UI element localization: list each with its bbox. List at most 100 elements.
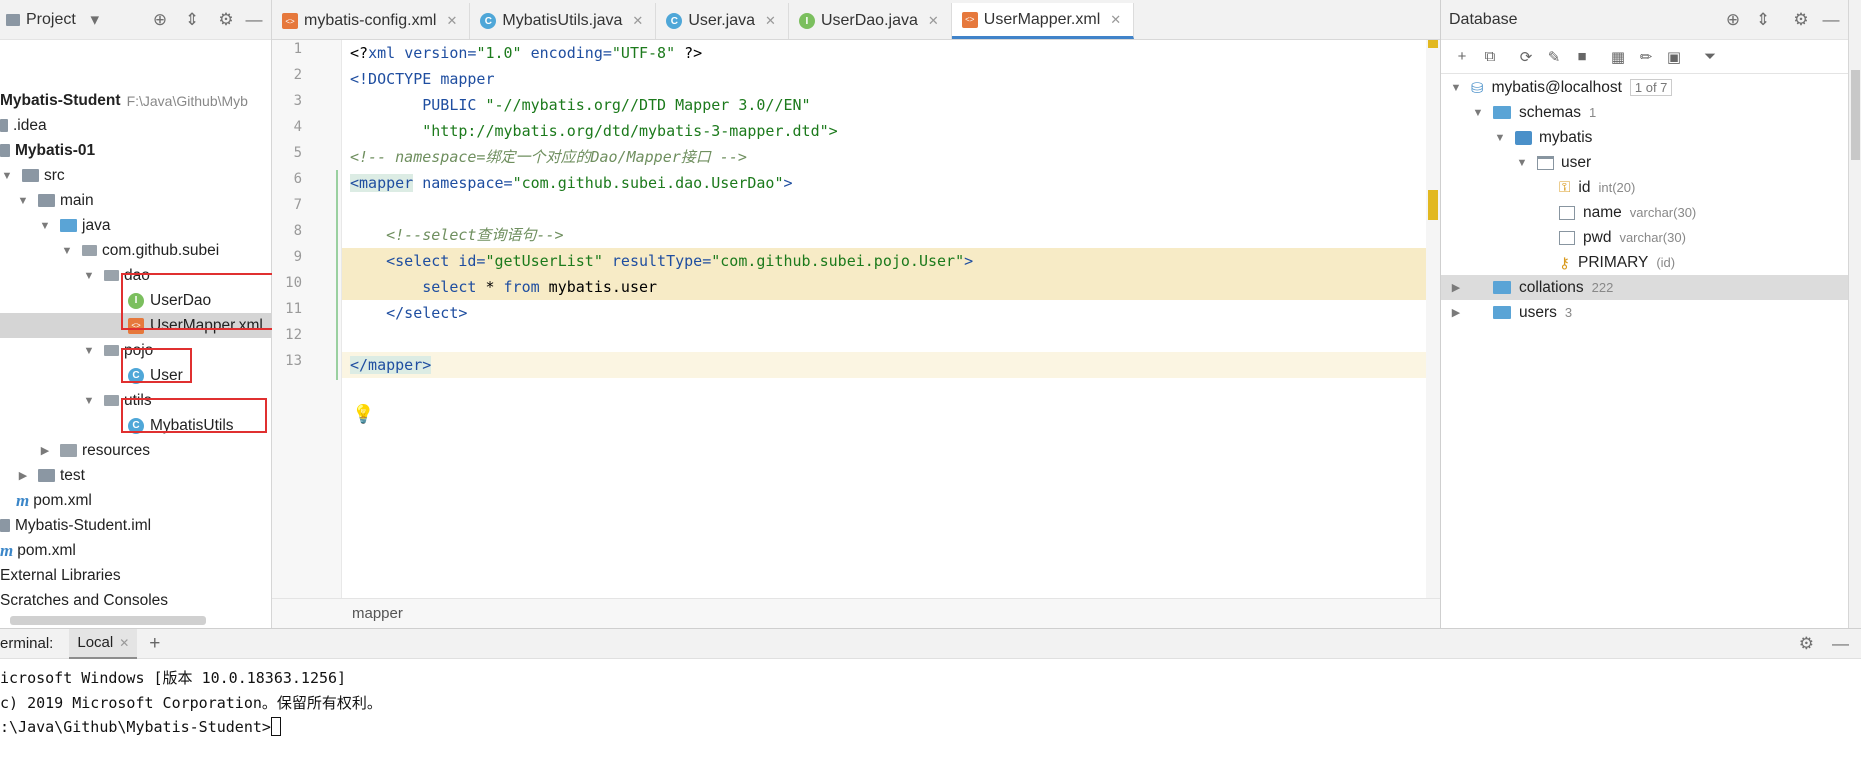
- terminal-prompt: :\Java\Github\Mybatis-Student>: [0, 717, 281, 736]
- expand-arrow-icon[interactable]: ▼: [1449, 82, 1463, 94]
- expand-arrow-icon[interactable]: ▼: [82, 395, 96, 407]
- editor-tabbar: <> mybatis-config.xml ✕ C MybatisUtils.j…: [272, 0, 1440, 40]
- tab-usermapper[interactable]: <> UserMapper.xml ✕: [951, 3, 1135, 39]
- pencil-icon[interactable]: ✏: [1633, 44, 1659, 70]
- filter-icon[interactable]: ⏷: [1697, 44, 1723, 70]
- close-icon[interactable]: ✕: [1110, 12, 1121, 28]
- lightbulb-icon[interactable]: 💡: [352, 404, 374, 425]
- database-panel: Database ⊕ ⇕ ⚙ — + ⧉ ⟳ ✎ ■ ▦ ✏ ▣ ⏷ ▼ ⛁ m…: [1440, 0, 1849, 628]
- users-label: users: [1519, 303, 1557, 321]
- tree-item-test[interactable]: ▶ test: [16, 463, 85, 488]
- tree-item-java[interactable]: ▼ java: [38, 213, 111, 238]
- line-number: 12: [285, 327, 302, 343]
- tab-mybatis-config[interactable]: <> mybatis-config.xml ✕: [272, 3, 471, 39]
- target-icon[interactable]: ⊕: [149, 9, 171, 31]
- terminal-line: c) 2019 Microsoft Corporation。保留所有权利。: [0, 694, 382, 712]
- column-row[interactable]: ⚿ id int(20): [1441, 175, 1849, 200]
- tree-item-module[interactable]: Mybatis-01: [0, 138, 95, 163]
- gear-icon[interactable]: ⚙: [1790, 9, 1812, 31]
- stop-icon[interactable]: ■: [1569, 44, 1595, 70]
- expand-arrow-icon[interactable]: ▼: [60, 245, 74, 257]
- expand-arrow-icon[interactable]: ▶: [1449, 281, 1463, 294]
- collations-row[interactable]: ▶ collations 222: [1441, 275, 1849, 300]
- expand-arrow-icon[interactable]: ▼: [1493, 132, 1507, 144]
- terminal-output[interactable]: icrosoft Windows [版本 10.0.18363.1256] c)…: [0, 659, 1861, 778]
- expand-arrow-icon[interactable]: ▶: [38, 444, 52, 457]
- expand-arrow-icon[interactable]: ▼: [0, 170, 14, 182]
- tree-item-module-pom[interactable]: m pom.xml: [16, 488, 92, 513]
- expand-arrow-icon[interactable]: ▼: [16, 195, 30, 207]
- refresh-icon[interactable]: ⟳: [1513, 44, 1539, 70]
- database-tool-tab[interactable]: [1851, 70, 1860, 160]
- users-row[interactable]: ▶ users 3: [1441, 300, 1849, 325]
- tab-user[interactable]: C User.java ✕: [656, 3, 789, 39]
- column-row[interactable]: name varchar(30): [1441, 200, 1849, 225]
- schemas-row[interactable]: ▼ schemas 1: [1441, 100, 1849, 125]
- close-icon[interactable]: ✕: [632, 13, 643, 29]
- tree-item-main[interactable]: ▼ main: [16, 188, 94, 213]
- tree-item-scratches[interactable]: Scratches and Consoles: [0, 588, 168, 613]
- chevron-down-icon[interactable]: ▾: [84, 9, 106, 31]
- highlight-marker[interactable]: [1428, 190, 1438, 220]
- horizontal-scrollbar[interactable]: [10, 616, 206, 625]
- warning-marker-icon[interactable]: [1428, 40, 1438, 48]
- tree-item-package[interactable]: ▼ com.github.subei: [60, 238, 220, 263]
- close-icon[interactable]: ✕: [446, 13, 457, 29]
- tree-item-resources[interactable]: ▶ resources: [38, 438, 150, 463]
- datasource-badge[interactable]: 1 of 7: [1629, 79, 1673, 96]
- target-icon[interactable]: ⊕: [1722, 9, 1744, 31]
- collapse-icon[interactable]: ⇕: [181, 9, 203, 31]
- schema-name: mybatis: [1539, 128, 1593, 146]
- annotation-box-dao: [121, 273, 286, 330]
- close-icon[interactable]: ✕: [119, 636, 129, 650]
- close-icon[interactable]: ✕: [928, 13, 939, 29]
- add-tab-icon[interactable]: +: [149, 633, 160, 655]
- tree-item-root-pom[interactable]: m pom.xml: [0, 538, 76, 563]
- column-row[interactable]: pwd varchar(30): [1441, 225, 1849, 250]
- terminal-tab-local[interactable]: Local ✕: [69, 628, 138, 659]
- sql-console-icon[interactable]: ▣: [1661, 44, 1687, 70]
- add-icon[interactable]: +: [1449, 44, 1475, 70]
- tab-label: UserMapper.xml: [983, 10, 1101, 28]
- expand-arrow-icon[interactable]: ▼: [82, 345, 96, 357]
- database-title: Database: [1449, 10, 1518, 28]
- folder-icon: [38, 469, 55, 482]
- expand-arrow-icon[interactable]: ▼: [1471, 107, 1485, 119]
- expand-arrow-icon[interactable]: ▼: [82, 270, 96, 282]
- class-icon: C: [480, 13, 497, 29]
- minimize-icon[interactable]: —: [1832, 634, 1849, 654]
- edit-properties-icon[interactable]: ✎: [1541, 44, 1567, 70]
- expand-arrow-icon[interactable]: ▶: [1449, 306, 1463, 319]
- copy-icon[interactable]: ⧉: [1477, 44, 1503, 70]
- table-icon[interactable]: ▦: [1605, 44, 1631, 70]
- tree-root[interactable]: Mybatis-Student F:\Java\Github\Myb: [0, 88, 248, 113]
- users-count: 3: [1564, 305, 1573, 320]
- editor-scroll-gutter[interactable]: [1426, 40, 1440, 598]
- vcs-change-marker[interactable]: [336, 170, 338, 380]
- tab-mybatisutils[interactable]: C MybatisUtils.java ✕: [470, 3, 657, 39]
- gear-icon[interactable]: ⚙: [215, 9, 237, 31]
- breadcrumb[interactable]: mapper: [272, 598, 1440, 628]
- tab-userdao[interactable]: I UserDao.java ✕: [789, 3, 952, 39]
- tree-item-external-libraries[interactable]: External Libraries: [0, 563, 121, 588]
- minimize-icon[interactable]: —: [1820, 9, 1842, 31]
- collapse-icon[interactable]: ⇕: [1752, 9, 1774, 31]
- expand-arrow-icon[interactable]: ▼: [1515, 157, 1529, 169]
- datasource-row[interactable]: ▼ ⛁ mybatis@localhost 1 of 7: [1441, 75, 1849, 100]
- tree-item-iml[interactable]: Mybatis-Student.iml: [0, 513, 151, 538]
- tree-item-src[interactable]: ▼ src: [0, 163, 65, 188]
- key-row[interactable]: ⚷ PRIMARY (id): [1441, 250, 1849, 275]
- expand-arrow-icon[interactable]: ▶: [16, 469, 30, 482]
- gear-icon[interactable]: ⚙: [1799, 634, 1814, 654]
- minimize-icon[interactable]: —: [243, 9, 265, 31]
- column-icon: [1559, 205, 1575, 220]
- tree-item-idea[interactable]: .idea: [0, 113, 47, 138]
- terminal-cursor: [270, 717, 281, 736]
- project-title[interactable]: Project: [26, 11, 76, 29]
- schema-row[interactable]: ▼ mybatis: [1441, 125, 1849, 150]
- expand-arrow-icon[interactable]: ▼: [38, 220, 52, 232]
- close-icon[interactable]: ✕: [765, 13, 776, 29]
- table-row[interactable]: ▼ user: [1441, 150, 1849, 175]
- terminal-line: icrosoft Windows [版本 10.0.18363.1256]: [0, 669, 347, 687]
- collations-count: 222: [1591, 280, 1614, 295]
